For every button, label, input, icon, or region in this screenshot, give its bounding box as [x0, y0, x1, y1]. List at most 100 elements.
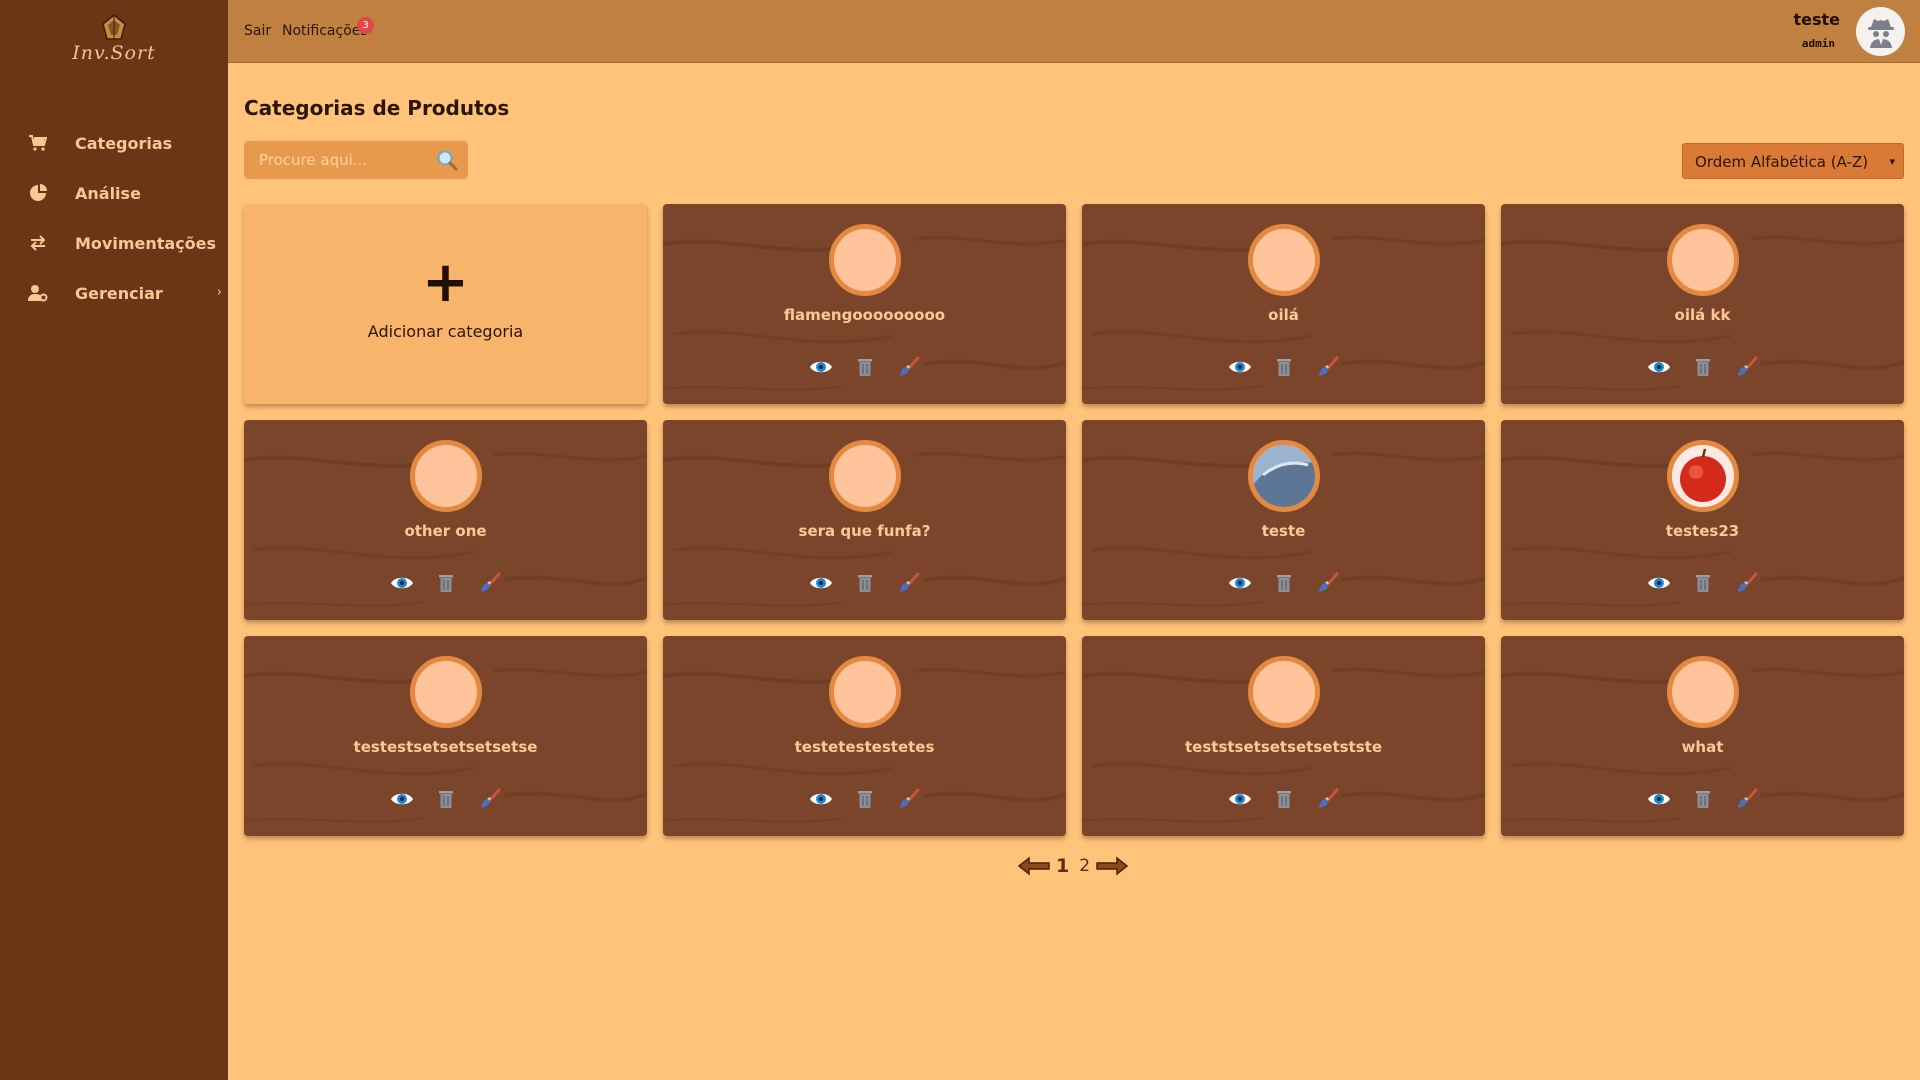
paintbrush-icon: [1737, 788, 1757, 808]
page-number[interactable]: 2: [1079, 856, 1090, 876]
notifications-link[interactable]: Notificações: [282, 23, 368, 39]
next-page-arrow-icon[interactable]: [1095, 856, 1129, 876]
edit-button[interactable]: [1735, 572, 1759, 594]
eye-icon: [1228, 577, 1251, 589]
sidebar-item-categorias[interactable]: Categorias: [0, 118, 228, 168]
edit-button[interactable]: [1735, 788, 1759, 810]
sidebar-nav: Categorias Análise Movimentações Gerenci…: [0, 118, 228, 318]
category-name: testetestestetes: [794, 738, 935, 756]
eye-icon: [1228, 793, 1251, 805]
card-actions: [1501, 788, 1904, 810]
delete-button[interactable]: [853, 356, 877, 378]
delete-button[interactable]: [1691, 356, 1715, 378]
eye-icon: [1647, 361, 1670, 373]
search-icon[interactable]: [436, 149, 458, 171]
category-thumbnail: [1248, 440, 1320, 512]
paintbrush-icon: [1318, 356, 1338, 376]
trash-icon: [1276, 359, 1291, 376]
card-actions: [1082, 356, 1485, 378]
delete-button[interactable]: [1272, 356, 1296, 378]
trash-icon: [1695, 575, 1710, 592]
logout-link[interactable]: Sair: [244, 23, 271, 39]
category-card: oilá kk: [1501, 204, 1904, 404]
view-button[interactable]: [1647, 572, 1671, 594]
delete-button[interactable]: [434, 788, 458, 810]
eye-icon: [809, 793, 832, 805]
view-button[interactable]: [1228, 356, 1252, 378]
category-card: teststsetsetsetsetstste: [1082, 636, 1485, 836]
edit-button[interactable]: [897, 788, 921, 810]
category-name: sera que funfa?: [798, 522, 931, 540]
category-thumbnail: [1667, 440, 1739, 512]
delete-button[interactable]: [1691, 572, 1715, 594]
eye-icon: [809, 361, 832, 373]
view-button[interactable]: [809, 356, 833, 378]
category-card: oilá: [1082, 204, 1485, 404]
notifications-badge: 3: [357, 17, 374, 34]
topbar: Sair Notificações 3 teste admin: [228, 0, 1920, 63]
edit-button[interactable]: [897, 572, 921, 594]
view-button[interactable]: [1228, 572, 1252, 594]
avatar[interactable]: [1856, 7, 1905, 56]
edit-button[interactable]: [897, 356, 921, 378]
delete-button[interactable]: [1272, 572, 1296, 594]
paintbrush-icon: [480, 788, 500, 808]
edit-button[interactable]: [478, 572, 502, 594]
eye-icon: [1647, 577, 1670, 589]
sidebar-item-label: Categorias: [75, 133, 173, 153]
eye-icon: [809, 577, 832, 589]
paintbrush-icon: [1737, 572, 1757, 592]
category-card: testestsetsetsetsetse: [244, 636, 647, 836]
delete-button[interactable]: [853, 788, 877, 810]
app-logo[interactable]: Inv.Sort: [0, 12, 228, 64]
eye-icon: [390, 577, 413, 589]
edit-button[interactable]: [478, 788, 502, 810]
category-thumbnail: [1248, 224, 1320, 296]
delete-button[interactable]: [1691, 788, 1715, 810]
search-input[interactable]: [259, 150, 429, 170]
edit-button[interactable]: [1316, 788, 1340, 810]
view-button[interactable]: [1647, 788, 1671, 810]
page-title: Categorias de Produtos: [244, 96, 510, 120]
logo-text: Inv.Sort: [72, 42, 156, 64]
category-thumbnail: [410, 656, 482, 728]
search-box: [244, 141, 468, 179]
sidebar-item-movimentacoes[interactable]: Movimentações: [0, 218, 228, 268]
trash-icon: [1276, 575, 1291, 592]
add-category-card[interactable]: + Adicionar categoria: [244, 204, 647, 404]
category-thumbnail: [1248, 656, 1320, 728]
page-number-current[interactable]: 1: [1056, 855, 1069, 877]
category-thumbnail: [829, 224, 901, 296]
card-actions: [663, 572, 1066, 594]
card-actions: [1082, 788, 1485, 810]
chevron-right-icon: ›: [216, 285, 222, 300]
view-button[interactable]: [1647, 356, 1671, 378]
edit-button[interactable]: [1316, 356, 1340, 378]
sort-select[interactable]: Ordem Alfabética (A-Z) ▾: [1682, 143, 1904, 179]
sidebar-item-gerenciar[interactable]: Gerenciar ›: [0, 268, 228, 318]
sort-selected-label: Ordem Alfabética (A-Z): [1695, 153, 1869, 171]
paintbrush-icon: [899, 572, 919, 592]
delete-button[interactable]: [1272, 788, 1296, 810]
trash-icon: [438, 791, 453, 808]
trash-icon: [1695, 791, 1710, 808]
card-actions: [663, 788, 1066, 810]
view-button[interactable]: [390, 788, 414, 810]
view-button[interactable]: [809, 788, 833, 810]
category-card: teste: [1082, 420, 1485, 620]
view-button[interactable]: [1228, 788, 1252, 810]
sidebar-item-label: Movimentações: [75, 233, 217, 253]
paintbrush-icon: [1318, 572, 1338, 592]
category-name: other one: [404, 522, 487, 540]
category-thumbnail: [1667, 224, 1739, 296]
view-button[interactable]: [390, 572, 414, 594]
view-button[interactable]: [809, 572, 833, 594]
sidebar-item-label: Análise: [75, 183, 141, 203]
edit-button[interactable]: [1735, 356, 1759, 378]
sidebar-item-label: Gerenciar: [75, 283, 163, 303]
prev-page-arrow-icon[interactable]: [1017, 856, 1051, 876]
delete-button[interactable]: [853, 572, 877, 594]
delete-button[interactable]: [434, 572, 458, 594]
sidebar-item-analise[interactable]: Análise: [0, 168, 228, 218]
edit-button[interactable]: [1316, 572, 1340, 594]
